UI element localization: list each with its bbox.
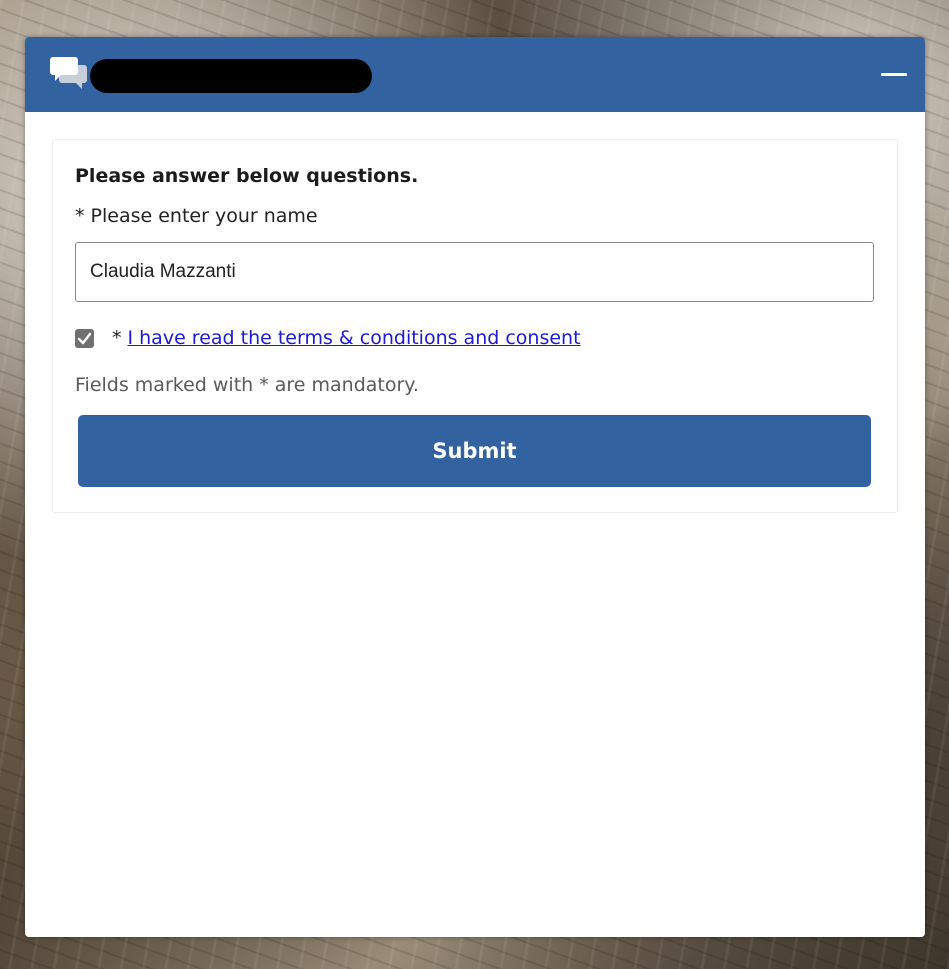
chat-bubbles-icon: [50, 57, 87, 89]
terms-link[interactable]: I have read the terms & conditions and c…: [128, 327, 581, 349]
checkmark-icon: [77, 332, 92, 344]
minimize-icon: [881, 73, 907, 76]
chat-widget: Please answer below questions. * Please …: [25, 37, 925, 937]
required-asterisk: *: [112, 327, 122, 349]
name-label: * Please enter your name: [75, 205, 318, 227]
submit-button[interactable]: Submit: [78, 415, 871, 487]
consent-checkbox[interactable]: [75, 328, 94, 348]
widget-header: [25, 37, 925, 112]
question-form: Please answer below questions. * Please …: [52, 139, 898, 513]
form-intro: Please answer below questions.: [75, 165, 419, 187]
consent-row: * I have read the terms & conditions and…: [75, 326, 581, 350]
redacted-title: [90, 59, 372, 93]
mandatory-note: Fields marked with * are mandatory.: [75, 374, 419, 396]
name-input[interactable]: [75, 242, 874, 302]
minimize-button[interactable]: [881, 67, 907, 83]
